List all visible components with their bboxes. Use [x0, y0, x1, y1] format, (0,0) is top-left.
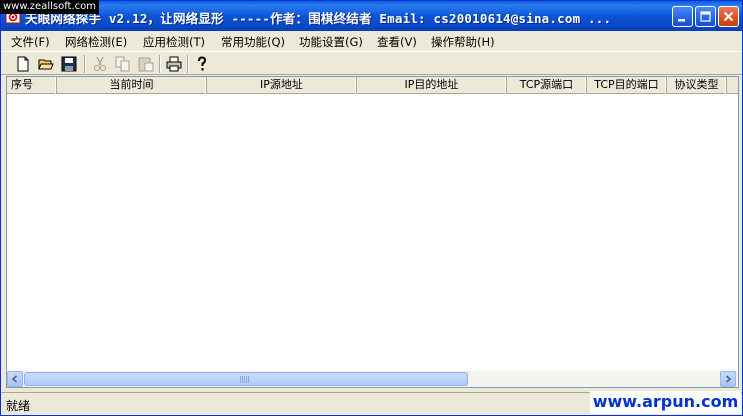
column-header-src-ip[interactable]: IP源地址: [207, 77, 357, 94]
column-header-time[interactable]: 当前时间: [57, 77, 207, 94]
watermark-top: www.zeallsoft.com: [0, 0, 100, 14]
horizontal-scrollbar[interactable]: [7, 371, 738, 387]
minimize-button[interactable]: [672, 6, 693, 27]
copy-button[interactable]: [113, 54, 133, 74]
menu-view[interactable]: 查看(V): [377, 34, 417, 50]
packet-list[interactable]: 序号 当前时间 IP源地址 IP目的地址 TCP源端口 TCP目的端口 协议类型: [6, 76, 739, 388]
column-header-src-port[interactable]: TCP源端口: [507, 77, 587, 94]
print-button[interactable]: [164, 54, 184, 74]
window-title: 天眼网络探手 v2.12，让网络显形 -----作者：围棋终结者 Email: …: [25, 11, 612, 26]
close-icon: [723, 11, 734, 22]
scrollbar-thumb[interactable]: [24, 372, 468, 386]
paste-icon: [138, 57, 154, 72]
menu-network-detect[interactable]: 网络检测(E): [65, 34, 127, 50]
maximize-button[interactable]: [695, 6, 716, 27]
new-file-icon: [17, 56, 29, 72]
grip-icon: [240, 376, 250, 383]
help-button[interactable]: [192, 54, 212, 74]
maximize-icon: [700, 11, 711, 22]
menu-app-detect[interactable]: 应用检测(T): [143, 34, 205, 50]
cut-button[interactable]: [90, 54, 110, 74]
column-header-protocol[interactable]: 协议类型: [667, 77, 727, 94]
open-folder-icon: [38, 59, 54, 70]
menu-bar: 文件(F) 网络检测(E) 应用检测(T) 常用功能(Q) 功能设置(G) 查看…: [1, 31, 742, 51]
app-window: 天眼网络探手 v2.12，让网络显形 -----作者：围棋终结者 Email: …: [0, 0, 743, 416]
status-text: 就绪: [6, 399, 31, 413]
scroll-left-button[interactable]: [7, 371, 23, 387]
scroll-right-button[interactable]: [720, 371, 736, 387]
cut-icon: [94, 56, 106, 71]
save-button[interactable]: [59, 54, 79, 74]
toolbar: [1, 51, 742, 75]
arrow-left-icon: [11, 375, 18, 383]
toolbar-separator: [84, 55, 86, 73]
column-header-dst-port[interactable]: TCP目的端口: [587, 77, 667, 94]
new-button[interactable]: [13, 54, 33, 74]
help-icon: [198, 56, 207, 71]
menu-settings[interactable]: 功能设置(G): [299, 34, 363, 50]
toolbar-separator: [159, 55, 161, 73]
column-header-dst-ip[interactable]: IP目的地址: [357, 77, 507, 94]
title-bar[interactable]: 天眼网络探手 v2.12，让网络显形 -----作者：围棋终结者 Email: …: [1, 1, 742, 31]
menu-file[interactable]: 文件(F): [11, 34, 50, 50]
save-icon: [61, 56, 77, 72]
menu-help[interactable]: 操作帮助(H): [431, 34, 495, 50]
paste-button[interactable]: [136, 54, 156, 74]
print-icon: [166, 56, 182, 72]
arrow-right-icon: [725, 375, 732, 383]
toolbar-separator: [187, 55, 189, 73]
menu-common-functions[interactable]: 常用功能(Q): [221, 34, 285, 50]
copy-icon: [115, 56, 130, 72]
minimize-icon: [678, 19, 685, 22]
column-header-index[interactable]: 序号: [7, 77, 57, 94]
watermark-bottom: www.arpun.com: [590, 391, 741, 414]
list-header: 序号 当前时间 IP源地址 IP目的地址 TCP源端口 TCP目的端口 协议类型: [7, 77, 738, 94]
open-button[interactable]: [36, 54, 56, 74]
close-button[interactable]: [718, 6, 739, 27]
